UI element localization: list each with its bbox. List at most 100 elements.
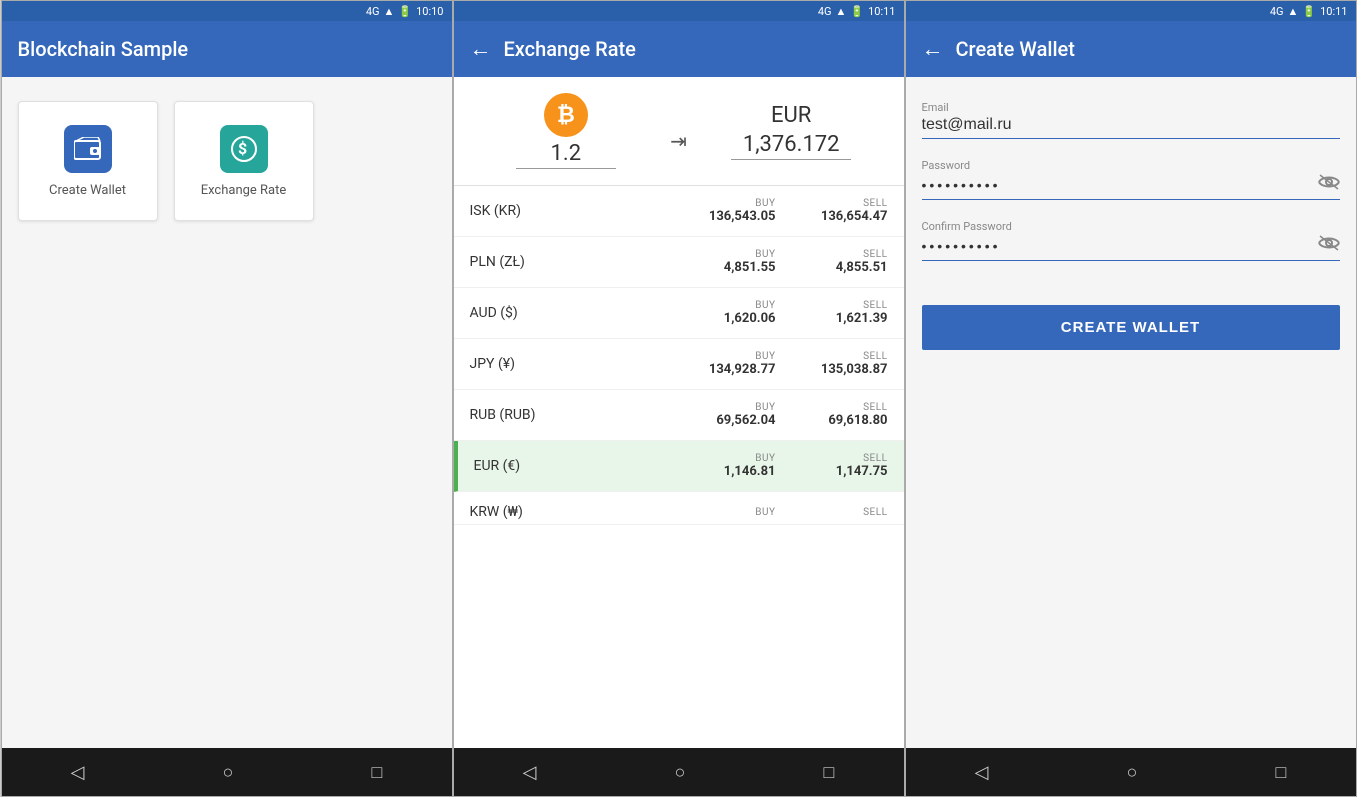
battery-icon-2: 🔋: [850, 5, 864, 18]
back-button-2[interactable]: ◁: [499, 754, 561, 791]
back-arrow-2[interactable]: ←: [470, 36, 492, 62]
rate-row-eur[interactable]: EUR (€) BUY 1,146.81 SELL 1,147.75: [454, 441, 904, 492]
home-button-2[interactable]: ○: [651, 754, 710, 791]
sell-value-eur: 1,147.75: [836, 464, 888, 479]
converter-section: ₿ 1.2 ⇥ EUR 1,376.172: [454, 77, 904, 186]
eur-value[interactable]: 1,376.172: [731, 132, 851, 160]
currency-eur: EUR (€): [474, 458, 696, 474]
buy-col-krw: BUY: [696, 507, 776, 518]
rate-buysell-rub: BUY 69,562.04 SELL 69,618.80: [696, 402, 888, 428]
rate-row-rub[interactable]: RUB (RUB) BUY 69,562.04 SELL 69,618.80: [454, 390, 904, 441]
sell-value-jpy: 135,038.87: [821, 362, 888, 377]
nav-bar-3: ◁ ○ □: [906, 748, 1356, 796]
exchange-screen: ₿ 1.2 ⇥ EUR 1,376.172 ISK (KR) BUY 136,5…: [454, 77, 904, 748]
password-input[interactable]: [922, 177, 1318, 193]
swap-arrow-icon[interactable]: ⇥: [662, 109, 695, 153]
time-1: 10:10: [416, 5, 443, 18]
home-screen: Create Wallet $ Exchange Rate: [2, 77, 452, 748]
app-bar-1: Blockchain Sample: [2, 21, 452, 77]
password-input-row: [922, 174, 1340, 200]
app-bar-2: ← Exchange Rate: [454, 21, 904, 77]
currency-aud: AUD ($): [470, 305, 696, 321]
eur-label: EUR: [771, 103, 811, 128]
back-arrow-3[interactable]: ←: [922, 36, 944, 62]
phone-2: 4G ▲ 🔋 10:11 ← Exchange Rate ₿ 1.2 ⇥ EUR…: [453, 0, 905, 797]
time-2: 10:11: [868, 5, 895, 18]
confirm-password-label: Confirm Password: [922, 220, 1340, 233]
btc-icon: ₿: [544, 93, 588, 137]
sell-col-aud: SELL 1,621.39: [808, 300, 888, 326]
buy-value-pln: 4,851.55: [724, 260, 776, 275]
signal-icon-2: 4G: [818, 5, 832, 18]
rate-list: ISK (KR) BUY 136,543.05 SELL 136,654.47 …: [454, 186, 904, 525]
buy-value-jpy: 134,928.77: [709, 362, 776, 377]
create-wallet-screen: Email Password: [906, 77, 1356, 748]
email-label: Email: [922, 101, 1340, 114]
confirm-visibility-icon[interactable]: [1318, 235, 1340, 256]
exchange-rate-card[interactable]: $ Exchange Rate: [174, 101, 314, 221]
exchange-icon: $: [220, 125, 268, 173]
home-cards-container: Create Wallet $ Exchange Rate: [2, 77, 452, 245]
recent-button-2[interactable]: □: [800, 754, 859, 791]
nav-bar-2: ◁ ○ □: [454, 748, 904, 796]
rate-row-aud[interactable]: AUD ($) BUY 1,620.06 SELL 1,621.39: [454, 288, 904, 339]
sell-col-isk: SELL 136,654.47: [808, 198, 888, 224]
currency-pln: PLN (ZŁ): [470, 254, 696, 270]
app-title-1: Blockchain Sample: [18, 37, 189, 61]
recent-button-3[interactable]: □: [1252, 754, 1311, 791]
exchange-rate-label: Exchange Rate: [201, 183, 287, 198]
buy-col-pln: BUY 4,851.55: [696, 249, 776, 275]
recent-button-1[interactable]: □: [348, 754, 407, 791]
eur-side: EUR 1,376.172: [695, 103, 888, 160]
signal-icon: 4G: [366, 5, 380, 18]
sell-value-pln: 4,855.51: [836, 260, 888, 275]
rate-buysell-krw: BUY SELL: [696, 507, 888, 518]
create-wallet-form: Email Password: [906, 77, 1356, 374]
sell-value-rub: 69,618.80: [828, 413, 887, 428]
confirm-password-input[interactable]: [922, 238, 1318, 254]
rate-row-krw[interactable]: KRW (₩) BUY SELL: [454, 492, 904, 525]
sell-col-pln: SELL 4,855.51: [808, 249, 888, 275]
back-button-3[interactable]: ◁: [951, 754, 1013, 791]
rate-row-jpy[interactable]: JPY (¥) BUY 134,928.77 SELL 135,038.87: [454, 339, 904, 390]
back-button-1[interactable]: ◁: [47, 754, 109, 791]
signal-bars: ▲: [384, 5, 395, 18]
app-bar-3: ← Create Wallet: [906, 21, 1356, 77]
buy-col-jpy: BUY 134,928.77: [696, 351, 776, 377]
create-wallet-card[interactable]: Create Wallet: [18, 101, 158, 221]
buy-col-rub: BUY 69,562.04: [696, 402, 776, 428]
btc-side: ₿ 1.2: [470, 93, 663, 169]
buy-col-aud: BUY 1,620.06: [696, 300, 776, 326]
app-title-2: Exchange Rate: [504, 37, 636, 61]
currency-isk: ISK (KR): [470, 203, 696, 219]
app-title-3: Create Wallet: [956, 37, 1075, 61]
email-input[interactable]: [922, 116, 1340, 134]
rate-buysell-eur: BUY 1,146.81 SELL 1,147.75: [696, 453, 888, 479]
confirm-password-input-row: [922, 235, 1340, 261]
sell-col-rub: SELL 69,618.80: [808, 402, 888, 428]
currency-jpy: JPY (¥): [470, 356, 696, 372]
svg-text:$: $: [238, 139, 247, 158]
create-wallet-button[interactable]: CREATE WALLET: [922, 305, 1340, 350]
buy-col-isk: BUY 136,543.05: [696, 198, 776, 224]
sell-col-eur: SELL 1,147.75: [808, 453, 888, 479]
create-wallet-label: Create Wallet: [49, 183, 126, 198]
rate-buysell-jpy: BUY 134,928.77 SELL 135,038.87: [696, 351, 888, 377]
password-label: Password: [922, 159, 1340, 172]
home-button-1[interactable]: ○: [199, 754, 258, 791]
rate-row-pln[interactable]: PLN (ZŁ) BUY 4,851.55 SELL 4,855.51: [454, 237, 904, 288]
home-button-3[interactable]: ○: [1103, 754, 1162, 791]
rate-row-isk[interactable]: ISK (KR) BUY 136,543.05 SELL 136,654.47: [454, 186, 904, 237]
password-visibility-icon[interactable]: [1318, 174, 1340, 195]
signal-bars-2: ▲: [836, 5, 847, 18]
time-3: 10:11: [1320, 5, 1347, 18]
buy-value-eur: 1,146.81: [724, 464, 776, 479]
sell-value-aud: 1,621.39: [836, 311, 888, 326]
btc-value[interactable]: 1.2: [516, 141, 616, 169]
rate-buysell-pln: BUY 4,851.55 SELL 4,855.51: [696, 249, 888, 275]
password-field-group: Password: [922, 159, 1340, 200]
sell-value-isk: 136,654.47: [821, 209, 888, 224]
nav-bar-1: ◁ ○ □: [2, 748, 452, 796]
buy-header-isk: BUY: [755, 198, 775, 209]
buy-value-aud: 1,620.06: [724, 311, 776, 326]
